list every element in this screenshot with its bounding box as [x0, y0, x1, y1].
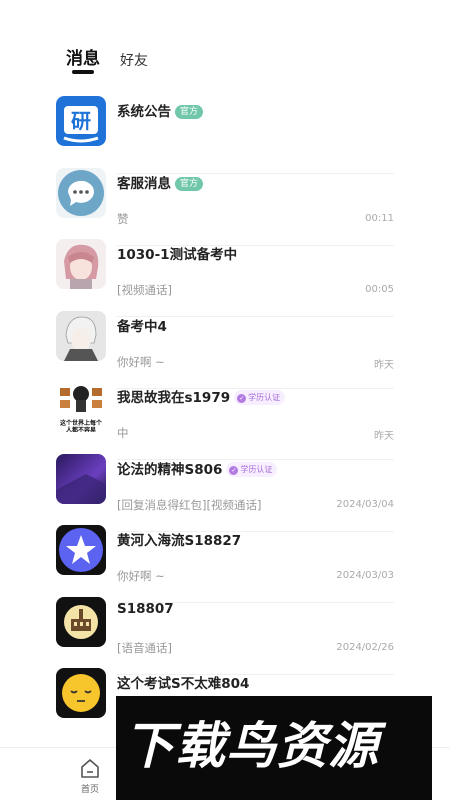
conversation-name: 客服消息 官方 — [117, 172, 204, 192]
message-preview: 你好啊 ~ — [117, 569, 165, 583]
chat-bubble-icon — [56, 168, 106, 218]
message-time: 昨天 — [374, 431, 394, 442]
meme-avatar: 这个世界上每个人都不容易 — [56, 382, 106, 432]
sleepy-face-icon — [56, 668, 106, 718]
message-time: 00:05 — [365, 284, 394, 295]
conversation-item[interactable]: 备考中4 你好啊 ~ 昨天 — [0, 311, 450, 389]
message-preview: 你好啊 ~ — [117, 355, 165, 369]
conversation-name: 论法的精神S806 ✓ 学历认证 — [117, 458, 278, 478]
building-avatar — [56, 597, 106, 647]
conversation-item[interactable]: 黄河入海流S18827 你好啊 ~ 2024/03/03 — [0, 525, 450, 603]
conversation-name: S18807 — [117, 601, 174, 617]
official-badge: 官方 — [175, 105, 204, 119]
nav-home[interactable]: 首页 — [74, 756, 106, 796]
conversation-name: 这个考试S不太难804 — [117, 676, 250, 692]
nav-home-label: 首页 — [80, 785, 99, 795]
active-tab-indicator — [72, 70, 94, 74]
check-icon: ✓ — [237, 394, 247, 403]
star-icon — [56, 525, 106, 575]
watermark-overlay: 下载鸟资源 — [116, 696, 432, 800]
message-preview: [视频通话] — [117, 283, 172, 297]
conversation-name: 我思故我在s1979 ✓ 学历认证 — [117, 386, 286, 406]
conversation-item[interactable]: 论法的精神S806 ✓ 学历认证 [回复消息得红包][视频通话] 2024/03/0… — [0, 454, 450, 532]
conversation-item[interactable]: S18807 [语音通话] 2024/02/26 — [0, 597, 450, 675]
yan-logo-icon: 研 — [56, 96, 106, 146]
tab-friends[interactable]: 好友 — [120, 50, 148, 70]
message-preview: 中 — [117, 426, 129, 440]
message-preview: [语音通话] — [117, 641, 172, 655]
svg-text:研: 研 — [71, 109, 91, 133]
check-icon: ✓ — [229, 466, 239, 475]
anime-avatar — [56, 239, 106, 289]
watermark-text: 下载鸟资源 — [124, 717, 379, 775]
education-cert-badge: ✓ 学历认证 — [234, 390, 286, 405]
message-time: 00:11 — [365, 213, 394, 224]
official-badge: 官方 — [175, 177, 204, 191]
purple-abstract-avatar — [56, 454, 106, 504]
conversation-name: 备考中4 — [117, 319, 167, 335]
conversation-item[interactable]: 客服消息 官方 赞 00:11 — [0, 168, 450, 246]
conversation-item[interactable]: 研 系统公告 官方 — [0, 96, 450, 174]
meme-caption: 这个世界上每个人都不容易 — [59, 420, 102, 432]
anime-avatar-gray — [56, 311, 106, 361]
message-time: 昨天 — [374, 360, 394, 371]
conversation-name: 黄河入海流S18827 — [117, 533, 242, 549]
message-preview: 赞 — [117, 212, 129, 226]
tab-messages[interactable]: 消息 — [66, 44, 100, 69]
message-time: 2024/02/26 — [336, 642, 394, 653]
home-icon — [81, 759, 99, 778]
conversation-name: 系统公告 官方 — [117, 100, 204, 120]
message-time: 2024/03/04 — [336, 499, 394, 510]
conversation-name: 1030-1测试备考中 — [117, 247, 238, 263]
message-time: 2024/03/03 — [336, 570, 394, 581]
message-preview: [回复消息得红包][视频通话] — [117, 498, 262, 512]
conversation-item[interactable]: 这个世界上每个人都不容易 我思故我在s1979 ✓ 学历认证 中 昨天 — [0, 382, 450, 460]
conversation-item[interactable]: 1030-1测试备考中 [视频通话] 00:05 — [0, 239, 450, 317]
education-cert-badge: ✓ 学历认证 — [226, 462, 278, 477]
